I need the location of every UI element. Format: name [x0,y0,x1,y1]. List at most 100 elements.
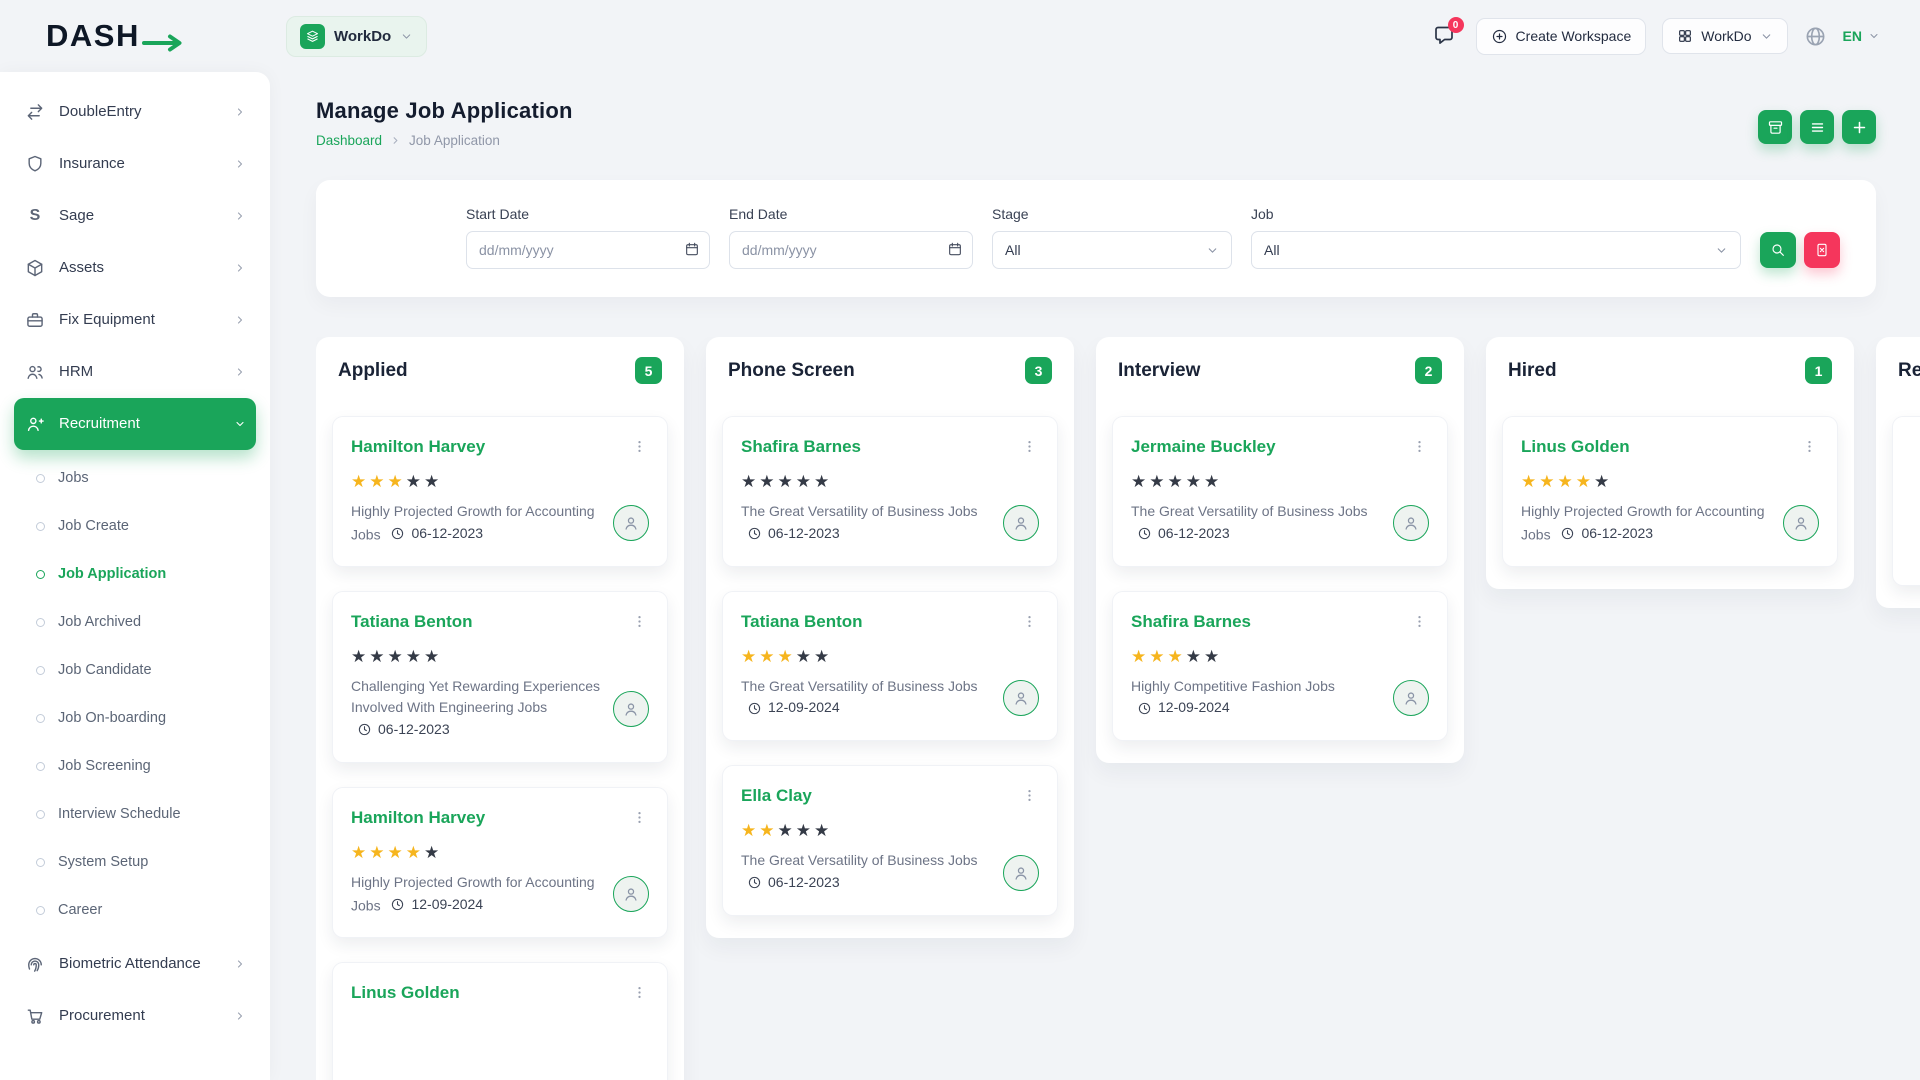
kebab-menu-icon[interactable] [1020,437,1039,461]
workspace-menu-button[interactable]: WorkDo [1662,18,1787,54]
applicant-name-link[interactable]: Hamilton Harvey [351,808,485,828]
applicant-card[interactable] [1892,416,1920,586]
dash-logo[interactable]: DASH [46,18,270,54]
applicant-card[interactable]: Jermaine Buckley ★★★★★ The Great Versati… [1112,416,1448,567]
column-title: Phone Screen [728,360,855,382]
job-select[interactable]: All [1251,231,1741,269]
application-date: 12-09-2024 [747,697,840,719]
calendar-icon[interactable] [947,241,963,257]
applicant-name-link[interactable]: Linus Golden [1521,437,1630,457]
applicant-avatar[interactable] [1003,855,1039,891]
applicant-card[interactable]: Tatiana Benton ★★★★★ The Great Versatili… [722,591,1058,742]
applicant-card[interactable]: Hamilton Harvey ★★★★★ Highly Projected G… [332,416,668,567]
applicant-name-link[interactable]: Linus Golden [351,983,460,1003]
stage-select[interactable]: All [992,231,1232,269]
create-workspace-button[interactable]: Create Workspace [1476,18,1647,55]
sidebar-item-procurement[interactable]: Procurement [14,990,256,1042]
sidebar-item-job-application[interactable]: Job Application [28,550,256,598]
applicant-name-link[interactable]: Tatiana Benton [351,612,473,632]
rating-stars: ★★★★★ [741,648,1039,665]
applicant-avatar[interactable] [1393,680,1429,716]
sidebar-item-hrm[interactable]: HRM [14,346,256,398]
applicant-card[interactable]: Tatiana Benton ★★★★★ Challenging Yet Rew… [332,591,668,763]
applicant-card[interactable]: Linus Golden ★★★★★ Highly Projected Grow… [1502,416,1838,567]
search-button[interactable] [1760,232,1796,268]
logo-arrow-icon [142,34,188,52]
sidebar-item-sage[interactable]: S Sage [14,190,256,242]
chevron-down-icon [1206,244,1219,257]
applicant-avatar[interactable] [1393,505,1429,541]
kebab-menu-icon[interactable] [1020,786,1039,810]
sidebar-item-interview-schedule[interactable]: Interview Schedule [28,790,256,838]
kebab-menu-icon[interactable] [630,612,649,636]
applicant-avatar[interactable] [613,505,649,541]
applicant-avatar[interactable] [1003,680,1039,716]
sidebar-item-job-on-boarding[interactable]: Job On-boarding [28,694,256,742]
sidebar-item-recruitment[interactable]: Recruitment [14,398,256,450]
reset-icon [1814,242,1830,258]
bullet-icon [36,858,45,867]
reset-filter-button[interactable] [1804,232,1840,268]
insurance-shield-icon [24,153,46,175]
kebab-menu-icon[interactable] [630,983,649,1007]
breadcrumb-dashboard-link[interactable]: Dashboard [316,133,382,148]
sidebar-item-system-setup[interactable]: System Setup [28,838,256,886]
sidebar-submenu-recruitment: Jobs Job Create Job Application Job Arch… [14,450,256,938]
archive-button[interactable] [1758,110,1792,144]
sidebar-item-job-candidate[interactable]: Job Candidate [28,646,256,694]
applicant-card[interactable]: Linus Golden [332,962,668,1080]
applicant-avatar[interactable] [613,691,649,727]
applicant-name-link[interactable]: Hamilton Harvey [351,437,485,457]
sidebar-item-doubleentry[interactable]: DoubleEntry [14,86,256,138]
sidebar-item-career[interactable]: Career [28,886,256,934]
applicant-name-link[interactable]: Jermaine Buckley [1131,437,1276,457]
language-select[interactable]: EN [1843,28,1880,44]
rating-stars: ★★★★★ [351,473,649,490]
person-icon [1792,514,1810,532]
application-date: 12-09-2024 [1137,697,1230,719]
applicant-avatar[interactable] [613,876,649,912]
sidebar-item-biometric-attendance[interactable]: Biometric Attendance [14,938,256,990]
sidebar-item-job-screening[interactable]: Job Screening [28,742,256,790]
kebab-menu-icon[interactable] [630,808,649,832]
sidebar-item-insurance[interactable]: Insurance [14,138,256,190]
applicant-card[interactable]: Ella Clay ★★★★★ The Great Versatility of… [722,765,1058,916]
applicant-card[interactable]: Shafira Barnes ★★★★★ Highly Competitive … [1112,591,1448,742]
kebab-menu-icon[interactable] [1410,612,1429,636]
calendar-icon[interactable] [684,241,700,257]
kebab-menu-icon[interactable] [1410,437,1429,461]
application-description: Highly Projected Growth for Accounting J… [1521,501,1771,546]
sidebar-item-assets[interactable]: Assets [14,242,256,294]
create-job-application-button[interactable] [1842,110,1876,144]
kanban-column-interview: Interview 2 Jermaine Buckley ★★★★★ The G… [1096,337,1464,763]
list-view-button[interactable] [1800,110,1834,144]
sidebar-item-fix-equipment[interactable]: Fix Equipment [14,294,256,346]
application-date: 12-09-2024 [390,894,483,916]
filter-panel: Start Date End Date Stage All [316,180,1876,297]
clock-icon [390,897,405,912]
workspace-switcher[interactable]: WorkDo [286,16,427,57]
kebab-menu-icon[interactable] [1020,612,1039,636]
applicant-name-link[interactable]: Shafira Barnes [1131,612,1251,632]
applicant-name-link[interactable]: Tatiana Benton [741,612,863,632]
sidebar-item-job-archived[interactable]: Job Archived [28,598,256,646]
applicant-card[interactable]: Shafira Barnes ★★★★★ The Great Versatili… [722,416,1058,567]
globe-icon [1804,25,1827,48]
clock-icon [747,875,762,890]
kebab-menu-icon[interactable] [1800,437,1819,461]
kebab-menu-icon[interactable] [630,437,649,461]
applicant-card[interactable]: Hamilton Harvey ★★★★★ Highly Projected G… [332,787,668,938]
messages-button[interactable]: 0 [1428,20,1460,52]
create-workspace-label: Create Workspace [1516,28,1632,44]
applicant-avatar[interactable] [1783,505,1819,541]
applicant-name-link[interactable]: Ella Clay [741,786,812,806]
sidebar-item-job-create[interactable]: Job Create [28,502,256,550]
start-date-input[interactable] [466,231,710,269]
clock-icon [390,526,405,541]
applicant-avatar[interactable] [1003,505,1039,541]
column-title: Applied [338,360,408,382]
applicant-name-link[interactable]: Shafira Barnes [741,437,861,457]
sidebar-item-jobs[interactable]: Jobs [28,454,256,502]
end-date-input[interactable] [729,231,973,269]
application-description: Challenging Yet Rewarding Experiences In… [351,676,601,742]
